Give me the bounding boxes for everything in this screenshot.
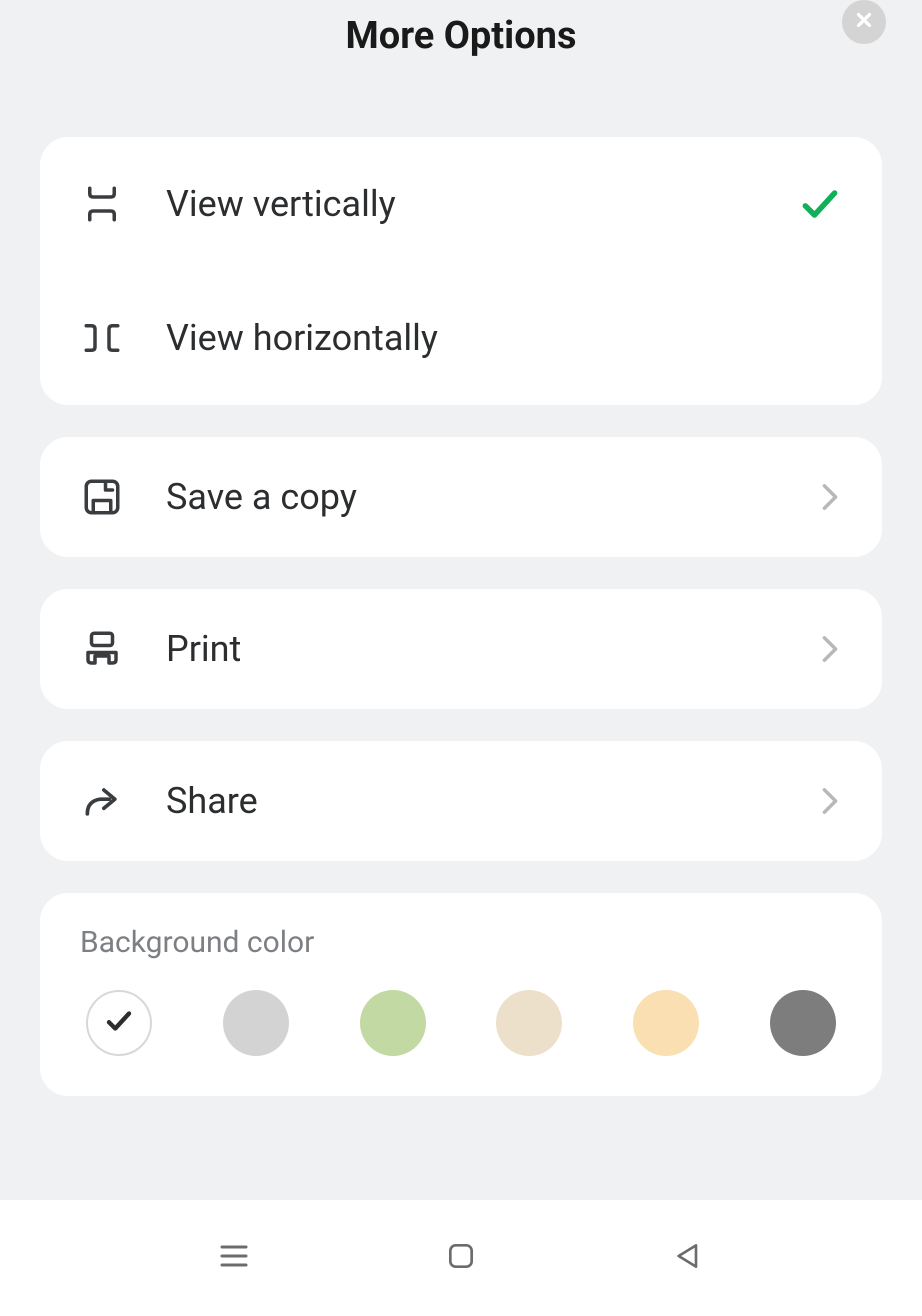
share-icon	[80, 779, 124, 823]
color-swatch-lightgray[interactable]	[223, 990, 289, 1056]
menu-icon	[216, 1238, 252, 1278]
color-swatch-darkgray[interactable]	[770, 990, 836, 1056]
view-options-card: View vertically View horizontally	[40, 137, 882, 405]
view-horizontally-label: View horizontally	[166, 317, 842, 359]
save-icon	[80, 475, 124, 519]
triangle-back-icon	[672, 1240, 704, 1276]
color-swatch-row	[80, 990, 842, 1056]
print-card: Print	[40, 589, 882, 709]
checkmark-icon	[104, 1006, 134, 1040]
close-icon	[853, 9, 875, 35]
view-vertically-icon	[80, 182, 124, 226]
save-copy-option[interactable]: Save a copy	[40, 437, 882, 557]
share-option[interactable]: Share	[40, 741, 882, 861]
share-card: Share	[40, 741, 882, 861]
color-swatch-peach[interactable]	[633, 990, 699, 1056]
nav-back-button[interactable]	[664, 1234, 712, 1282]
close-button[interactable]	[842, 0, 886, 44]
sheet-content: View vertically View horizontally	[0, 72, 922, 1096]
chevron-right-icon	[818, 637, 842, 661]
nav-home-button[interactable]	[437, 1234, 485, 1282]
system-nav-bar	[0, 1200, 922, 1316]
sheet-title: More Options	[345, 14, 576, 58]
background-color-label: Background color	[80, 925, 842, 960]
color-swatch-green[interactable]	[360, 990, 426, 1056]
chevron-right-icon	[818, 485, 842, 509]
checkmark-icon	[798, 182, 842, 226]
share-label: Share	[166, 780, 818, 822]
print-label: Print	[166, 628, 818, 670]
chevron-right-icon	[818, 789, 842, 813]
color-swatch-cream[interactable]	[496, 990, 562, 1056]
view-horizontally-icon	[80, 316, 124, 360]
view-vertically-option[interactable]: View vertically	[40, 137, 882, 271]
sheet-header: More Options	[0, 0, 922, 72]
view-horizontally-option[interactable]: View horizontally	[40, 271, 882, 405]
print-option[interactable]: Print	[40, 589, 882, 709]
print-icon	[80, 627, 124, 671]
save-copy-label: Save a copy	[166, 476, 818, 518]
background-color-card: Background color	[40, 893, 882, 1096]
view-vertically-label: View vertically	[166, 183, 798, 225]
square-icon	[445, 1240, 477, 1276]
color-swatch-white[interactable]	[86, 990, 152, 1056]
nav-recents-button[interactable]	[210, 1234, 258, 1282]
save-copy-card: Save a copy	[40, 437, 882, 557]
